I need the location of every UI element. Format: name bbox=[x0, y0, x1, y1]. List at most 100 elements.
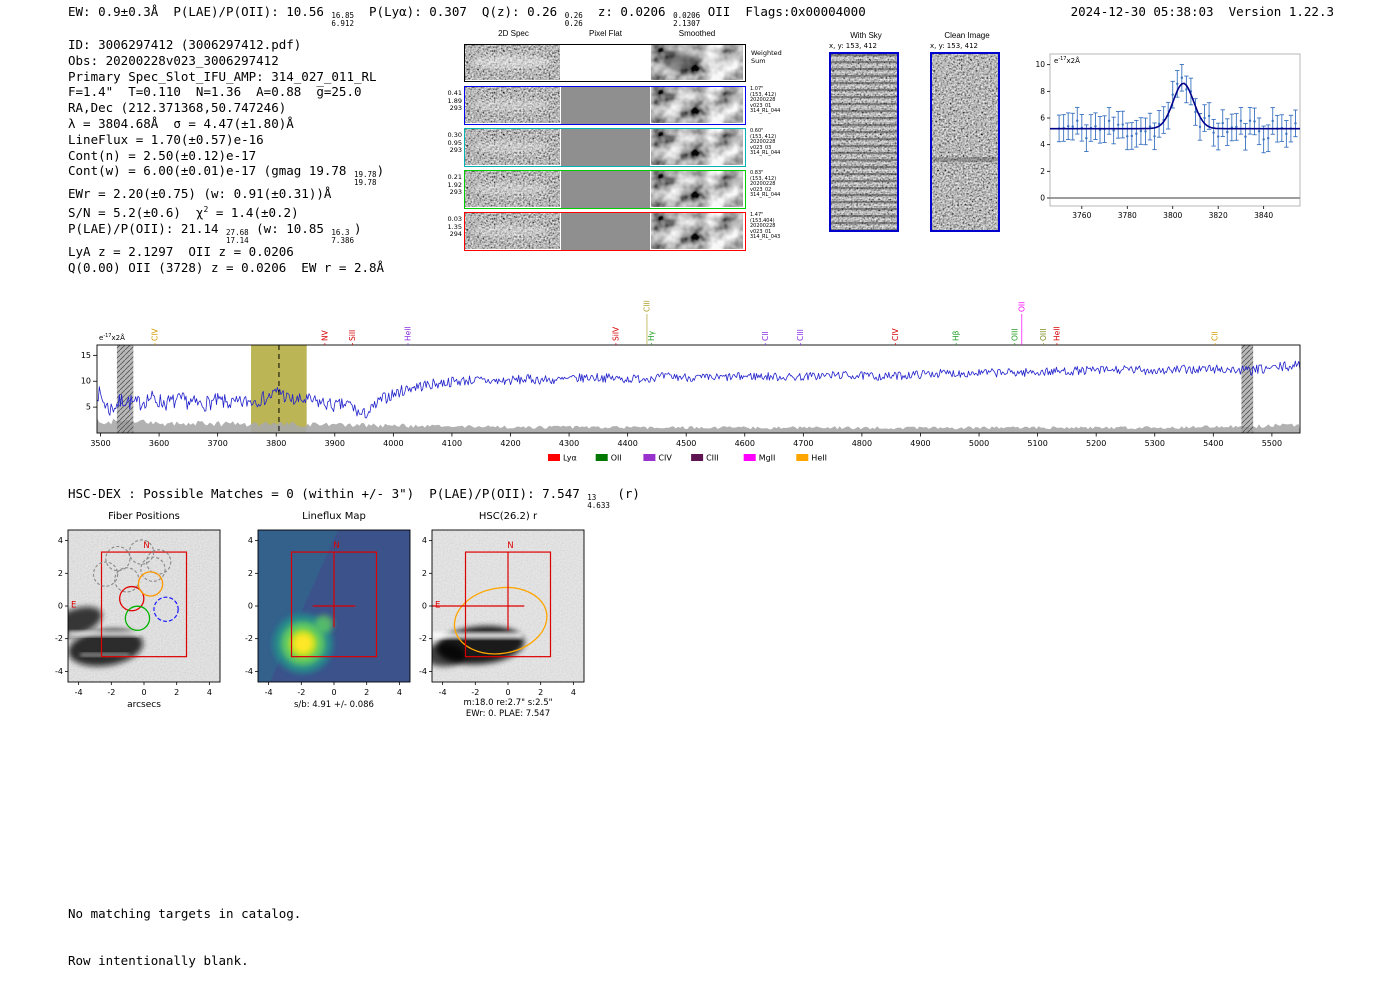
svg-text:0: 0 bbox=[331, 688, 336, 697]
svg-text:3800: 3800 bbox=[1163, 211, 1182, 220]
svg-text:MgII: MgII bbox=[759, 454, 776, 463]
stacked-fraction: 16.3 7.386 bbox=[331, 228, 354, 245]
line-fit-zoom-plot: 0 2 4 6 8 10 3760 3780 3800 3820 3840 e-17x2Å bbox=[1035, 53, 1301, 220]
clean-image-coords: x, y: 153, 412 bbox=[930, 42, 978, 50]
svg-text:5400: 5400 bbox=[1203, 439, 1223, 448]
svg-text:3820: 3820 bbox=[1209, 211, 1228, 220]
emission-label-NV: NV bbox=[320, 329, 329, 341]
svg-text:-2: -2 bbox=[297, 688, 305, 697]
cutout-row-annotation: 1.47" (153.404) 20200228 v023_01 314_RL_043 bbox=[750, 212, 781, 241]
cutout-row-4: 0.03 1.35 294 1.47" (153.404) 20200228 v023_01… bbox=[444, 212, 804, 252]
svg-text:0: 0 bbox=[141, 688, 146, 697]
svg-text:4: 4 bbox=[571, 688, 576, 697]
2d-spec-cutout-rows: 0.41 1.89 293 1.07" (153, 412) 20200228 v023_0… bbox=[444, 86, 804, 256]
cutout-row-1: 0.41 1.89 293 1.07" (153, 412) 20200228 v023_0… bbox=[444, 86, 804, 126]
svg-text:4200: 4200 bbox=[500, 439, 520, 448]
svg-text:4400: 4400 bbox=[617, 439, 637, 448]
svg-text:0: 0 bbox=[248, 602, 253, 611]
clean-image-title: Clean Image bbox=[944, 31, 990, 40]
svg-text:Lyα: Lyα bbox=[563, 454, 577, 463]
svg-text:3780: 3780 bbox=[1118, 211, 1137, 220]
svg-text:8: 8 bbox=[1040, 87, 1045, 96]
with-sky-title: With Sky bbox=[850, 31, 882, 40]
clean-image-panel: Clean Image x, y: 153, 412 bbox=[930, 31, 1004, 232]
svg-text:4500: 4500 bbox=[676, 439, 696, 448]
info-line-12: P(LAE)/P(OII): 21.14 27.68 17.14 (w: 10.8… bbox=[68, 221, 362, 245]
cutout-row-stats: 0.30 0.95 293 bbox=[447, 131, 462, 154]
svg-text:2: 2 bbox=[58, 569, 63, 578]
emission-label-HeII: HeII bbox=[1052, 326, 1061, 341]
cutout-row-stats: 0.41 1.89 293 bbox=[447, 89, 462, 112]
svg-text:-4: -4 bbox=[55, 667, 63, 676]
info-line-6: λ = 3804.68Å σ = 4.47(±1.80)Å bbox=[68, 115, 294, 131]
svg-text:5300: 5300 bbox=[1145, 439, 1165, 448]
cutout-map-panels: Fiber Positions N E -4 -2 0 2 4 -4 -2 0 2 4 arcsecs Li… bbox=[55, 511, 585, 719]
compass-north: N bbox=[333, 541, 339, 551]
with-sky-panel: With Sky x, y: 153, 412 bbox=[829, 31, 903, 232]
emission-line-labels: CIV NV SiII HeII SiIV CIII Hγ CII CIII CIV Hβ OIII O… bbox=[150, 300, 1220, 345]
stacked-fraction: 27.68 17.14 bbox=[226, 228, 249, 245]
panel-title: HSC(26.2) r bbox=[479, 511, 538, 522]
2d-spec-image bbox=[465, 213, 560, 249]
svg-text:HeII: HeII bbox=[811, 454, 827, 463]
svg-text:5: 5 bbox=[86, 403, 91, 412]
weighted-smoothed-image bbox=[651, 45, 743, 80]
weighted-sum-label: Weighted Sum bbox=[751, 49, 782, 65]
svg-text:4: 4 bbox=[58, 536, 63, 545]
cutout-row-annotation: 1.07" (153, 412) 20200228 v023_01 314_RL_044 bbox=[750, 86, 781, 115]
emission-label-CIII: CIII bbox=[796, 329, 805, 341]
smoothed-image bbox=[651, 87, 743, 123]
svg-text:4600: 4600 bbox=[735, 439, 755, 448]
with-sky-coords: x, y: 153, 412 bbox=[829, 42, 877, 50]
svg-text:5000: 5000 bbox=[969, 439, 989, 448]
x-axis-label: arcsecs bbox=[127, 700, 161, 710]
col-title-pixel-flat: Pixel Flat bbox=[589, 29, 622, 38]
cutout-row-3: 0.21 1.92 293 0.83" (153, 412) 20200228 v023_0… bbox=[444, 170, 804, 210]
svg-text:OII: OII bbox=[611, 454, 622, 463]
svg-text:-2: -2 bbox=[471, 688, 479, 697]
cutout-row-annotation: 0.83" (153, 412) 20200228 v023_02 314_RL_044 bbox=[750, 170, 781, 199]
svg-text:10: 10 bbox=[1035, 60, 1045, 69]
flux-unit-label: e-17x2Å bbox=[1054, 56, 1080, 65]
full-spectrum-plot: 3500 3600 3700 3800 3900 4000 4100 4200 4300 4400… bbox=[81, 300, 1301, 463]
emission-label-OII: OII bbox=[1017, 302, 1026, 312]
cutout-row-stats: 0.03 1.35 294 bbox=[447, 215, 462, 238]
emission-label-HeII: HeII bbox=[403, 326, 412, 341]
stacked-fraction: 19.78 19.78 bbox=[353, 170, 377, 187]
weighted-pixel-flat-blank bbox=[561, 45, 650, 81]
with-sky-image bbox=[829, 52, 899, 232]
panel-caption: m:18.0 re:2.7" s:2.5" bbox=[463, 698, 552, 708]
emission-label-OIII: OIII bbox=[1010, 328, 1019, 341]
info-line-2: Obs: 20200228v023_3006297412 bbox=[68, 52, 279, 68]
cutout-strip bbox=[464, 170, 746, 209]
pixel-flat-image bbox=[561, 171, 650, 208]
panel-title: Lineflux Map bbox=[302, 511, 366, 522]
svg-text:-2: -2 bbox=[107, 688, 115, 697]
svg-text:2: 2 bbox=[422, 569, 427, 578]
svg-text:3840: 3840 bbox=[1254, 211, 1273, 220]
emission-label-Hγ: Hγ bbox=[647, 330, 656, 341]
svg-text:0: 0 bbox=[1040, 194, 1045, 203]
cutout-strip bbox=[464, 212, 746, 251]
svg-text:2: 2 bbox=[538, 688, 543, 697]
svg-text:4: 4 bbox=[422, 536, 427, 545]
summary-header: EW: 0.9±0.3Å P(LAE)/P(OII): 10.56 16.85 6… bbox=[68, 4, 866, 28]
masked-region bbox=[116, 345, 134, 433]
lineflux-map-panel: Lineflux Map N -4 -2 0 2 4 -4 -2 0 2 4 s/b: 4.91 +/-… bbox=[245, 511, 411, 710]
cutout-row-annotation: 0.60" (153, 412) 20200228 v023_03 314_RL_044 bbox=[750, 128, 781, 157]
svg-text:3500: 3500 bbox=[90, 439, 110, 448]
gaussian-fit-line bbox=[1050, 82, 1300, 130]
elixer-report-page: { "header": { "segments": [ {"t":"EW: 0.… bbox=[0, 0, 1400, 968]
compass-east: E bbox=[71, 600, 76, 610]
info-line-13: LyA z = 2.1297 OII z = 0.0206 bbox=[68, 244, 294, 260]
svg-text:5200: 5200 bbox=[1086, 439, 1106, 448]
svg-text:15: 15 bbox=[81, 351, 91, 360]
stacked-fraction: 16.85 6.912 bbox=[331, 11, 354, 28]
pixel-flat-image bbox=[561, 213, 650, 250]
panel-title: Fiber Positions bbox=[108, 511, 180, 522]
svg-text:3700: 3700 bbox=[207, 439, 227, 448]
svg-text:4: 4 bbox=[1040, 140, 1045, 149]
info-line-3: Primary Spec_Slot_IFU_AMP: 314_027_011_R… bbox=[68, 68, 377, 84]
pixel-flat-image bbox=[561, 87, 650, 124]
svg-text:4: 4 bbox=[397, 688, 402, 697]
